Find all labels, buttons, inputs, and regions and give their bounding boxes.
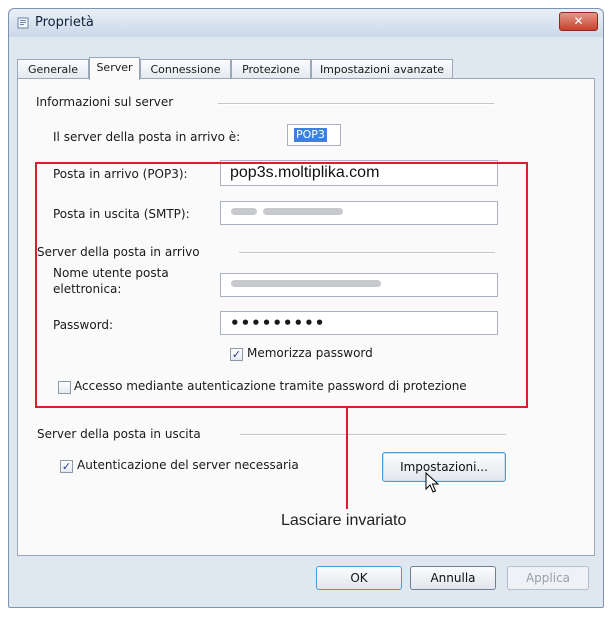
obscured-text bbox=[231, 280, 381, 287]
secure-auth-label: Accesso mediante autenticazione tramite … bbox=[74, 379, 467, 393]
group-divider bbox=[218, 103, 494, 105]
obscured-text bbox=[231, 208, 257, 215]
settings-button[interactable]: Impostazioni... bbox=[382, 452, 506, 482]
apply-button[interactable]: Applica bbox=[507, 566, 589, 590]
annotation-text: Lasciare invariato bbox=[281, 512, 407, 529]
tab-connessione[interactable]: Connessione bbox=[140, 59, 231, 79]
server-auth-label: Autenticazione del server necessaria bbox=[77, 458, 299, 472]
ok-button[interactable]: OK bbox=[316, 566, 402, 590]
check-icon: ✓ bbox=[231, 348, 242, 361]
password-input[interactable]: ••••••••• bbox=[220, 311, 498, 335]
tab-server[interactable]: Server bbox=[89, 57, 140, 80]
title-bar[interactable]: Proprietà ✕ bbox=[9, 9, 603, 37]
username-label-line1: Nome utente posta bbox=[53, 266, 169, 280]
server-auth-checkbox[interactable]: ✓ bbox=[60, 460, 73, 473]
check-icon: ✓ bbox=[61, 460, 72, 473]
group-divider bbox=[240, 434, 506, 436]
incoming-type-label: Il server della posta in arrivo è: bbox=[53, 130, 241, 144]
annotation-pointer-line bbox=[346, 407, 348, 509]
remember-password-checkbox[interactable]: ✓ bbox=[230, 348, 243, 361]
tab-impostazioni-avanzate[interactable]: Impostazioni avanzate bbox=[311, 59, 453, 79]
close-icon: ✕ bbox=[573, 14, 584, 28]
outgoing-server-label: Posta in uscita (SMTP): bbox=[53, 207, 190, 221]
properties-icon bbox=[17, 17, 29, 29]
tab-strip: Generale Server Connessione Protezione I… bbox=[17, 57, 595, 80]
group-divider bbox=[239, 252, 495, 254]
secure-auth-checkbox[interactable] bbox=[58, 381, 71, 394]
remember-password-label: Memorizza password bbox=[247, 346, 373, 360]
cursor-arrow-icon bbox=[425, 472, 439, 493]
tab-protezione[interactable]: Protezione bbox=[231, 59, 311, 79]
outgoing-server-input[interactable] bbox=[220, 201, 498, 225]
password-value: ••••••••• bbox=[230, 314, 326, 332]
close-button[interactable]: ✕ bbox=[559, 12, 598, 31]
password-label: Password: bbox=[53, 318, 114, 332]
cancel-button[interactable]: Annulla bbox=[410, 566, 496, 590]
window-title: Proprietà bbox=[35, 15, 94, 30]
tab-generale[interactable]: Generale bbox=[17, 59, 89, 79]
obscured-text bbox=[263, 208, 343, 215]
incoming-mail-group-label: Server della posta in arrivo bbox=[37, 245, 200, 259]
incoming-type-field: POP3 bbox=[287, 124, 341, 146]
outgoing-mail-group-label: Server della posta in uscita bbox=[37, 427, 201, 441]
username-input[interactable] bbox=[220, 273, 498, 297]
incoming-type-value: POP3 bbox=[294, 128, 327, 142]
server-info-group-label: Informazioni sul server bbox=[36, 95, 174, 109]
username-label-line2: elettronica: bbox=[53, 282, 122, 296]
